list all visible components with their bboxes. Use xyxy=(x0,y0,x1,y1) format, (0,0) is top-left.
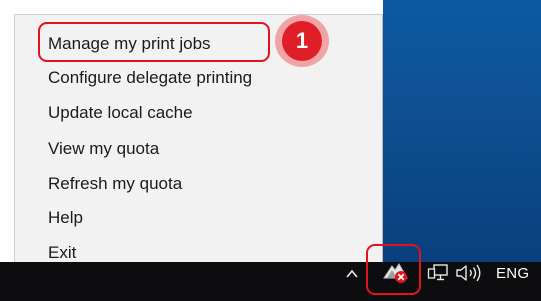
menu-item-view-my-quota[interactable]: View my quota xyxy=(48,136,348,162)
menu-item-configure-delegate-printing[interactable]: Configure delegate printing xyxy=(48,65,348,91)
volume-icon[interactable] xyxy=(455,263,485,283)
step-badge-number: 1 xyxy=(282,21,322,61)
highlight-ring-manage-print-jobs xyxy=(38,22,270,62)
step-badge: 1 xyxy=(275,15,329,67)
menu-item-refresh-my-quota[interactable]: Refresh my quota xyxy=(48,171,348,197)
network-icon[interactable] xyxy=(427,263,449,283)
desktop-background xyxy=(383,0,541,262)
highlight-ring-tray-icon xyxy=(366,244,421,295)
menu-item-help[interactable]: Help xyxy=(48,205,348,231)
language-indicator[interactable]: ENG xyxy=(496,262,529,286)
menu-item-update-local-cache[interactable]: Update local cache xyxy=(48,100,348,126)
screenshot-frame: Manage my print jobs Configure delegate … xyxy=(0,0,541,301)
chevron-up-icon[interactable] xyxy=(344,266,360,282)
